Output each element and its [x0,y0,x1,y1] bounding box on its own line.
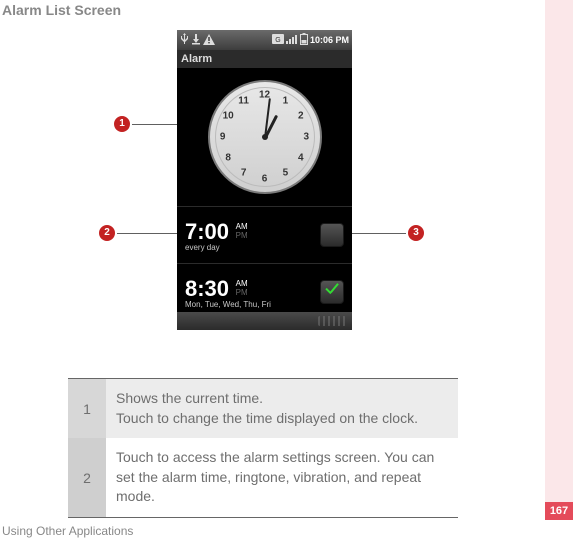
clock-num-12: 12 [259,90,270,101]
alarm-time-block: 7:00 AM PM every day [185,219,248,252]
warning-icon [203,34,215,47]
status-bar: G 10:06 PM [177,30,352,50]
alarm-toggle-2[interactable] [320,280,344,304]
app-title: Alarm [177,50,352,68]
row-desc-1a: Shows the current time. [116,390,263,406]
alarm-pm-1: PM [236,231,248,240]
phone-frame: G 10:06 PM Alarm 12 1 2 3 4 5 6 7 8 9 10… [177,30,352,330]
clock-num-11: 11 [238,95,249,106]
soft-key-bar [177,312,352,330]
page-number-tab: 167 [545,502,573,520]
clock-num-8: 8 [225,152,231,163]
clock-num-1: 1 [283,95,289,106]
callout-marker-3: 3 [408,225,424,241]
footer-text: Using Other Applications [2,524,133,538]
battery-icon [300,33,308,47]
row-desc-2: Touch to access the alarm settings scree… [106,438,458,517]
table-row: 2 Touch to access the alarm settings scr… [68,438,458,517]
side-stripe [545,0,573,502]
alarm-pm-2: PM [236,288,248,297]
alarm-time-1: 7:00 [185,219,229,244]
row-index-2: 2 [68,438,106,517]
alarm-am-2: AM [236,279,248,288]
clock-num-10: 10 [223,111,234,122]
analog-clock[interactable]: 12 1 2 3 4 5 6 7 8 9 10 11 [208,80,322,194]
download-icon [191,33,201,47]
row-desc-1: Shows the current time. Touch to change … [106,379,458,438]
alarm-row-1[interactable]: 7:00 AM PM every day [177,207,352,264]
alarm-time-block: 8:30 AM PM Mon, Tue, Wed, Thu, Fri [185,276,271,309]
clock-num-9: 9 [220,132,226,143]
usb-icon [180,33,189,47]
callout-marker-1: 1 [114,116,130,132]
data-icon: G [272,34,284,46]
callout-table: 1 Shows the current time. Touch to chang… [68,378,458,518]
alarm-repeat-2: Mon, Tue, Wed, Thu, Fri [185,300,271,309]
status-right-icons: G 10:06 PM [272,33,349,47]
page-heading: Alarm List Screen [2,2,121,18]
callout-marker-2: 2 [99,225,115,241]
svg-text:G: G [275,37,280,44]
alarm-am-1: AM [236,222,248,231]
minute-hand [264,98,271,138]
clock-tile[interactable]: 12 1 2 3 4 5 6 7 8 9 10 11 [177,68,352,207]
hour-hand [263,115,277,140]
alarm-toggle-1[interactable] [320,223,344,247]
clock-center [262,134,268,140]
alarm-time-2: 8:30 [185,276,229,301]
clock-num-6: 6 [262,173,268,184]
clock-num-7: 7 [241,168,247,179]
table-row: 1 Shows the current time. Touch to chang… [68,379,458,438]
row-desc-1b: Touch to change the time displayed on th… [116,410,418,426]
clock-num-2: 2 [298,111,304,122]
leader-line-2 [117,233,180,234]
clock-num-3: 3 [304,132,310,143]
row-index-1: 1 [68,379,106,438]
menu-grip-icon [318,316,346,326]
clock-num-5: 5 [283,168,289,179]
status-left-icons [180,33,215,47]
status-time: 10:06 PM [310,35,349,45]
clock-num-4: 4 [298,152,304,163]
signal-icon [286,34,298,46]
